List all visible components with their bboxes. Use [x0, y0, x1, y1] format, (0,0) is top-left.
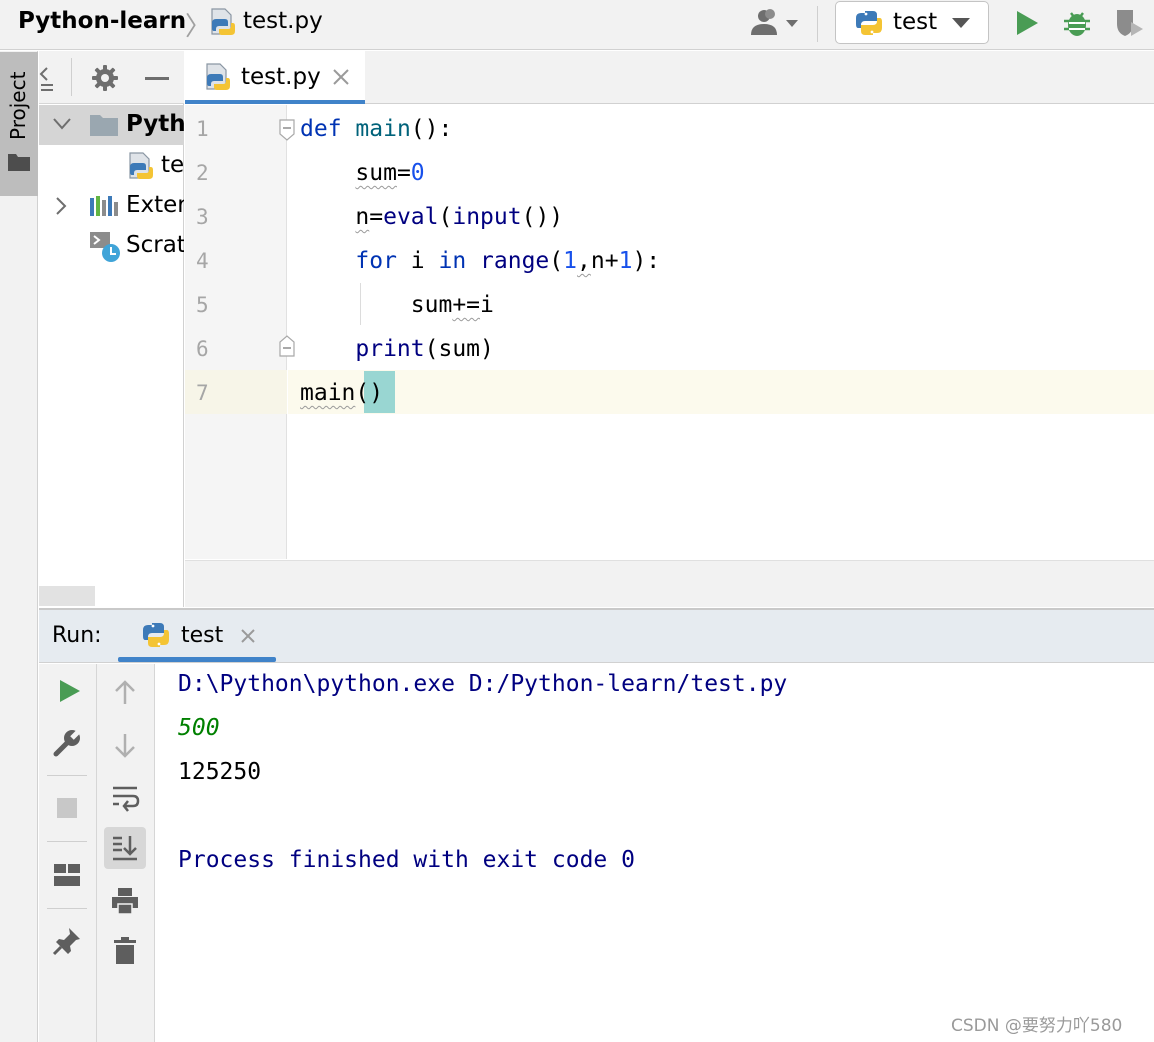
- minimize-icon[interactable]: [145, 77, 169, 80]
- tree-item-label: External Libraries: [126, 192, 184, 218]
- console-user-input: 500: [178, 715, 220, 741]
- code-line: def main():: [300, 116, 453, 142]
- folder-icon: [90, 115, 118, 136]
- toolbar-divider: [47, 908, 87, 909]
- tree-item-file[interactable]: test.py: [39, 146, 184, 186]
- arrow-up-icon[interactable]: [110, 678, 140, 708]
- layout-icon[interactable]: [52, 860, 82, 890]
- python-file-icon: [129, 152, 153, 179]
- fold-collapse-icon[interactable]: [279, 119, 295, 141]
- breadcrumb-project[interactable]: Python-learn: [18, 8, 186, 34]
- run-tab-label: test: [181, 623, 224, 648]
- print-icon[interactable]: [110, 886, 140, 916]
- chevron-down-icon: [53, 118, 71, 130]
- code-line: for i in range(1,n+1):: [355, 248, 661, 274]
- toolbar-divider: [47, 775, 87, 776]
- breadcrumb-separator: 〉: [185, 12, 212, 42]
- run-configuration-label: test: [893, 9, 938, 35]
- trash-icon[interactable]: [110, 936, 140, 966]
- python-icon: [143, 623, 169, 647]
- line-number: 7: [196, 381, 209, 405]
- run-toolbar-primary: [39, 664, 97, 1042]
- run-window-title: Run:: [52, 623, 102, 648]
- folder-icon: [8, 154, 30, 171]
- toolbar-divider: [71, 58, 72, 96]
- library-icon: [90, 196, 118, 216]
- code-line: n=eval(input()): [355, 204, 564, 230]
- gear-icon[interactable]: [91, 64, 119, 92]
- console-output: 125250: [178, 759, 262, 785]
- line-number: 5: [196, 293, 209, 317]
- close-icon[interactable]: [240, 628, 256, 644]
- caret-row-highlight: [288, 370, 1154, 414]
- code-line: main(): [300, 380, 384, 406]
- line-number: 6: [196, 337, 209, 361]
- python-file-icon: [206, 63, 230, 90]
- console-exit-message: Process finished with exit code 0: [178, 847, 635, 873]
- horizontal-scrollbar[interactable]: [39, 586, 95, 606]
- user-icon[interactable]: [748, 8, 802, 38]
- soft-wrap-icon[interactable]: [110, 783, 140, 813]
- line-number: 3: [196, 205, 209, 229]
- console-command: D:\Python\python.exe D:/Python-learn/tes…: [178, 671, 788, 697]
- tree-item-project-root[interactable]: Python-learn: [39, 105, 184, 145]
- tree-item-label: Scratches and Consoles: [126, 232, 184, 258]
- coverage-icon[interactable]: [1113, 7, 1145, 39]
- tree-item-label: Python-learn: [126, 111, 184, 137]
- close-icon[interactable]: [332, 68, 350, 86]
- pin-icon[interactable]: [52, 926, 82, 956]
- fold-end-icon[interactable]: [279, 335, 295, 357]
- watermark: CSDN @要努力吖580: [951, 1016, 1123, 1036]
- run-tab-selection: [118, 657, 276, 662]
- code-line: print(sum): [355, 336, 494, 362]
- line-number: 4: [196, 249, 209, 273]
- line-number: 1: [196, 117, 209, 141]
- stop-icon[interactable]: [52, 793, 82, 823]
- code-line: sum+=i: [300, 292, 494, 318]
- line-number: 2: [196, 161, 209, 185]
- code-line: sum=0: [355, 160, 425, 186]
- editor-breadcrumb-bar: [185, 560, 1154, 607]
- chevron-down-icon: [952, 18, 970, 28]
- python-icon: [856, 11, 882, 35]
- tree-item-label: test.py: [161, 152, 184, 178]
- arrow-down-icon[interactable]: [110, 730, 140, 760]
- toolbar-divider: [817, 6, 818, 42]
- project-tab-label: Project: [6, 71, 30, 140]
- collapse-all-icon[interactable]: [39, 64, 53, 92]
- chevron-right-icon: [56, 197, 67, 215]
- wrench-icon[interactable]: [52, 728, 82, 758]
- scratches-icon: [90, 232, 120, 262]
- tree-item-external-libraries[interactable]: External Libraries: [39, 186, 184, 226]
- run-icon[interactable]: [1014, 8, 1040, 38]
- python-file-icon: [211, 8, 235, 35]
- tree-item-scratches[interactable]: Scratches and Consoles: [39, 226, 184, 266]
- toolbar-divider: [47, 841, 87, 842]
- rerun-icon[interactable]: [54, 676, 84, 706]
- breadcrumb-file[interactable]: test.py: [243, 8, 323, 34]
- tab-label: test.py: [241, 64, 321, 90]
- scroll-to-end-icon: [113, 836, 137, 861]
- debug-icon[interactable]: [1062, 7, 1092, 39]
- tool-window-strip: [0, 51, 38, 1042]
